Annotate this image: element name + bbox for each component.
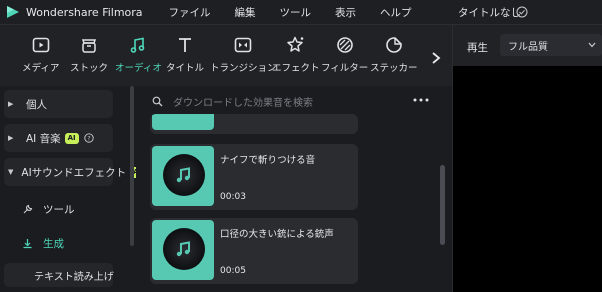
- search-placeholder: ダウンロードした効果音を検索: [173, 97, 313, 109]
- sound-card[interactable]: 口径の大きい銃による銃声 00:05: [150, 218, 358, 284]
- sticker-icon: [385, 37, 402, 53]
- transition-icon: [234, 37, 252, 53]
- sound-title: ナイフで斬りつける音: [220, 155, 316, 166]
- sidebar-item-personal[interactable]: ▶ 個人: [4, 90, 113, 118]
- chevron-right-icon[interactable]: [430, 51, 442, 65]
- svg-text:?: ?: [87, 135, 90, 142]
- more-options-icon[interactable]: [413, 98, 429, 102]
- media-icon: [32, 37, 49, 53]
- sidebar-scrollbar[interactable]: [130, 86, 134, 246]
- sound-card-partial[interactable]: [150, 114, 358, 134]
- menu-bar: ファイル 編集 ツール 表示 ヘルプ: [169, 5, 436, 20]
- menu-tools[interactable]: ツール: [280, 5, 312, 20]
- chevron-down-icon: [588, 42, 596, 48]
- menu-edit[interactable]: 編集: [235, 5, 256, 20]
- sidebar-subitem-label: ツール: [43, 204, 75, 216]
- app-name: Wondershare Filmora: [26, 5, 143, 19]
- search-bar[interactable]: ダウンロードした効果音を検索: [152, 92, 442, 110]
- help-icon[interactable]: ?: [84, 133, 94, 143]
- sidebar-subitem-label: 生成: [43, 238, 64, 250]
- toolbar-sticker[interactable]: ステッカー: [370, 35, 418, 74]
- preview-screen[interactable]: [452, 66, 602, 292]
- thumbnail: [152, 114, 214, 130]
- toolbar-transition[interactable]: トランジション: [210, 35, 277, 74]
- chevron-right-icon: ▶: [8, 100, 14, 108]
- filmora-logo-icon: [7, 6, 19, 18]
- toolbar-filter[interactable]: フィルター: [321, 35, 368, 74]
- sidebar-item-ai-music[interactable]: ▶ AI 音楽 AI ?: [4, 124, 113, 152]
- toolbar-audio-label: オーディオ: [115, 63, 162, 74]
- toolbar-title-label: タイトル: [166, 63, 205, 74]
- toolbar-media[interactable]: メディア: [22, 35, 59, 74]
- music-note-icon: [176, 167, 190, 183]
- stock-icon: [81, 39, 97, 53]
- quality-value: フル品質: [508, 42, 548, 53]
- ai-badge: AI: [64, 132, 79, 144]
- sidebar: ▶ 個人 ▶ AI 音楽 AI ? ▼ AIサウンドエフェクト AI ツール 生…: [0, 86, 145, 292]
- check-circle-icon[interactable]: [516, 6, 528, 18]
- chevron-right-icon: ▶: [8, 134, 14, 142]
- toolbar-filter-label: フィルター: [321, 63, 369, 74]
- sidebar-item-label: テキスト読み上げ: [34, 272, 114, 283]
- filter-icon: [336, 37, 353, 53]
- toolbar-stock-label: ストック: [70, 63, 109, 74]
- toolbar-title[interactable]: タイトル: [166, 35, 204, 74]
- quality-select[interactable]: フル品質: [500, 34, 602, 56]
- toolbar-audio[interactable]: オーディオ: [115, 35, 162, 74]
- menu-view[interactable]: 表示: [335, 5, 356, 20]
- sidebar-item-label: 個人: [26, 98, 47, 111]
- toolbar-effect-label: エフェクト: [272, 63, 320, 74]
- music-note-icon: [176, 241, 190, 257]
- toolbar-stock[interactable]: ストック: [70, 35, 108, 74]
- sound-card[interactable]: ナイフで斬りつける音 00:03: [150, 144, 358, 210]
- preview-play-label: 再生: [467, 42, 488, 54]
- audio-icon: [131, 37, 145, 53]
- sidebar-item-label: AI 音楽: [26, 132, 61, 145]
- content-scrollbar[interactable]: [440, 165, 445, 245]
- sidebar-subitem-generate[interactable]: 生成: [22, 236, 64, 251]
- sound-duration: 00:05: [220, 266, 246, 276]
- download-icon: [23, 239, 32, 249]
- toolbar-media-label: メディア: [22, 63, 60, 74]
- toolbar-sticker-label: ステッカー: [370, 63, 418, 74]
- sidebar-item-tts[interactable]: テキスト読み上げ: [4, 263, 114, 287]
- toolbar-transition-label: トランジション: [210, 63, 277, 74]
- thumbnail: [152, 220, 214, 280]
- document-title: タイトルなし: [458, 7, 521, 19]
- thumbnail: [152, 146, 214, 206]
- sidebar-item-ai-sound-effect[interactable]: ▼ AIサウンドエフェクト AI: [4, 158, 145, 186]
- title-icon: [179, 38, 191, 52]
- sidebar-item-label: AIサウンドエフェクト: [21, 166, 127, 179]
- toolbar-effect[interactable]: エフェクト: [272, 35, 320, 74]
- menu-file[interactable]: ファイル: [169, 5, 211, 20]
- effect-icon: [287, 36, 304, 52]
- sidebar-subitem-tool[interactable]: ツール: [22, 202, 75, 217]
- wrench-icon: [23, 204, 33, 214]
- asset-toolbar: メディア ストック オーディオ タイトル トランジション エフェクト フィルター…: [0, 24, 452, 86]
- sound-duration: 00:03: [220, 192, 246, 202]
- sound-title: 口径の大きい銃による銃声: [220, 229, 334, 240]
- chevron-down-icon: ▼: [8, 168, 14, 176]
- menu-help[interactable]: ヘルプ: [380, 5, 412, 20]
- search-icon: [152, 96, 163, 106]
